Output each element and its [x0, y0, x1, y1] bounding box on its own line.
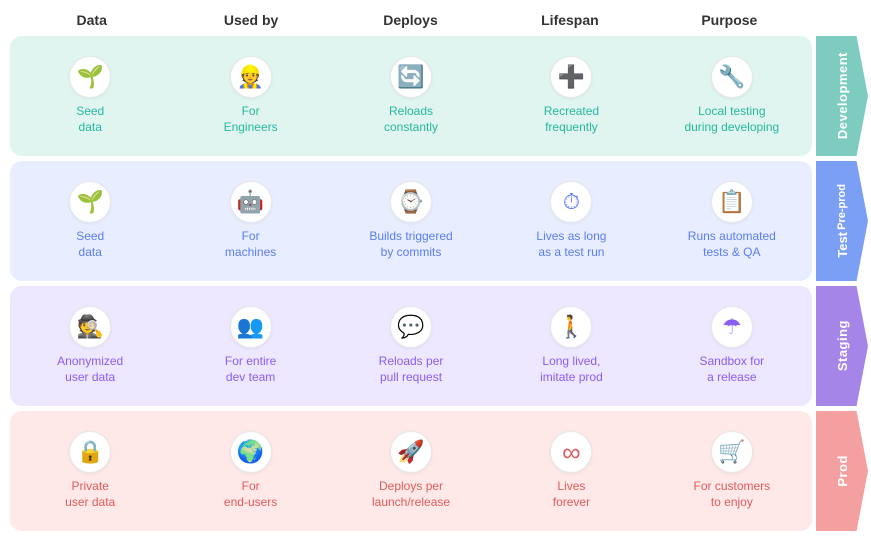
section-label-wrapper-test: Pre-prodTest	[816, 161, 871, 281]
icon-prod-1: 🌍	[230, 431, 272, 473]
section-arrow-label-staging: Staging	[835, 320, 850, 371]
section-staging: 🕵 Anonymizeduser data 👥 For entiredev team 💬…	[10, 286, 871, 406]
cell-dev-0: 🌱 Seeddata	[10, 46, 170, 146]
cell-dev-1: 👷 ForEngineers	[170, 46, 330, 146]
arrow-test: Pre-prodTest	[816, 161, 868, 281]
label-test-1: Formachines	[225, 229, 276, 260]
icon-prod-3: ∞	[550, 431, 592, 473]
label-staging-1: For entiredev team	[225, 354, 276, 385]
label-test-3: Lives as longas a test run	[536, 229, 606, 260]
label-prod-4: For customersto enjoy	[693, 479, 770, 510]
icon-staging-3: 🚶	[550, 306, 592, 348]
section-arrow-label-prod: Prod	[835, 455, 850, 487]
label-prod-2: Deploys perlaunch/release	[372, 479, 450, 510]
label-staging-3: Long lived,imitate prod	[540, 354, 603, 385]
icon-test-1: 🤖	[230, 181, 272, 223]
label-test-2: Builds triggeredby commits	[369, 229, 452, 260]
cell-prod-1: 🌍 Forend-users	[170, 421, 330, 521]
label-test-4: Runs automatedtests & QA	[688, 229, 776, 260]
label-dev-0: Seeddata	[76, 104, 104, 135]
icon-dev-4: 🔧	[711, 56, 753, 98]
cell-prod-3: ∞ Livesforever	[491, 421, 651, 521]
main-container: DataUsed byDeploysLifespanPurpose 🌱 Seedd…	[0, 0, 871, 546]
cell-staging-1: 👥 For entiredev team	[170, 296, 330, 396]
cell-test-2: ⌚ Builds triggeredby commits	[331, 171, 491, 271]
cell-prod-0: 🔒 Privateuser data	[10, 421, 170, 521]
header-col-0: Data	[12, 8, 171, 32]
label-dev-1: ForEngineers	[224, 104, 278, 135]
cell-dev-2: 🔄 Reloadsconstantly	[331, 46, 491, 146]
header-col-2: Deploys	[331, 8, 490, 32]
arrow-staging: Staging	[816, 286, 868, 406]
icon-test-2: ⌚	[390, 181, 432, 223]
label-dev-4: Local testingduring developing	[684, 104, 779, 135]
label-staging-4: Sandbox fora release	[699, 354, 764, 385]
header-col-4: Purpose	[650, 8, 809, 32]
icon-staging-1: 👥	[230, 306, 272, 348]
icon-prod-0: 🔒	[69, 431, 111, 473]
cell-test-0: 🌱 Seeddata	[10, 171, 170, 271]
section-label-wrapper-dev: Development	[816, 36, 871, 156]
cell-staging-4: ☂ Sandbox fora release	[652, 296, 812, 396]
icon-prod-2: 🚀	[390, 431, 432, 473]
icon-test-4: 📋	[711, 181, 753, 223]
icon-staging-2: 💬	[390, 306, 432, 348]
icon-dev-2: 🔄	[390, 56, 432, 98]
label-prod-1: Forend-users	[224, 479, 277, 510]
icon-dev-1: 👷	[230, 56, 272, 98]
section-dev: 🌱 Seeddata 👷 ForEngineers 🔄 Reloadsconstantly…	[10, 36, 871, 156]
icon-test-3: ⏱	[550, 181, 592, 223]
cell-dev-4: 🔧 Local testingduring developing	[652, 46, 812, 146]
cell-staging-3: 🚶 Long lived,imitate prod	[491, 296, 651, 396]
section-prod: 🔒 Privateuser data 🌍 Forend-users 🚀 Deploys p…	[10, 411, 871, 531]
header-col-3: Lifespan	[490, 8, 649, 32]
label-prod-3: Livesforever	[553, 479, 590, 510]
section-label-wrapper-prod: Prod	[816, 411, 871, 531]
header-col-1: Used by	[171, 8, 330, 32]
label-staging-0: Anonymizeduser data	[57, 354, 123, 385]
arrow-dev: Development	[816, 36, 868, 156]
section-test: 🌱 Seeddata 🤖 Formachines ⌚ Builds triggeredby…	[10, 161, 871, 281]
icon-prod-4: 🛒	[711, 431, 753, 473]
icon-dev-0: 🌱	[69, 56, 111, 98]
icon-dev-3: ➕	[550, 56, 592, 98]
cell-staging-2: 💬 Reloads perpull request	[331, 296, 491, 396]
cell-prod-2: 🚀 Deploys perlaunch/release	[331, 421, 491, 521]
cell-test-4: 📋 Runs automatedtests & QA	[652, 171, 812, 271]
header-row: DataUsed byDeploysLifespanPurpose	[10, 8, 871, 32]
label-staging-2: Reloads perpull request	[379, 354, 444, 385]
cell-prod-4: 🛒 For customersto enjoy	[652, 421, 812, 521]
label-dev-2: Reloadsconstantly	[384, 104, 438, 135]
cell-staging-0: 🕵 Anonymizeduser data	[10, 296, 170, 396]
section-arrow-label-dev: Development	[835, 52, 850, 139]
icon-test-0: 🌱	[69, 181, 111, 223]
cell-test-1: 🤖 Formachines	[170, 171, 330, 271]
label-test-0: Seeddata	[76, 229, 104, 260]
label-prod-0: Privateuser data	[65, 479, 115, 510]
icon-staging-0: 🕵	[69, 306, 111, 348]
icon-staging-4: ☂	[711, 306, 753, 348]
arrow-prod: Prod	[816, 411, 868, 531]
label-dev-3: Recreatedfrequently	[544, 104, 599, 135]
cell-test-3: ⏱ Lives as longas a test run	[491, 171, 651, 271]
section-label-wrapper-staging: Staging	[816, 286, 871, 406]
cell-dev-3: ➕ Recreatedfrequently	[491, 46, 651, 146]
